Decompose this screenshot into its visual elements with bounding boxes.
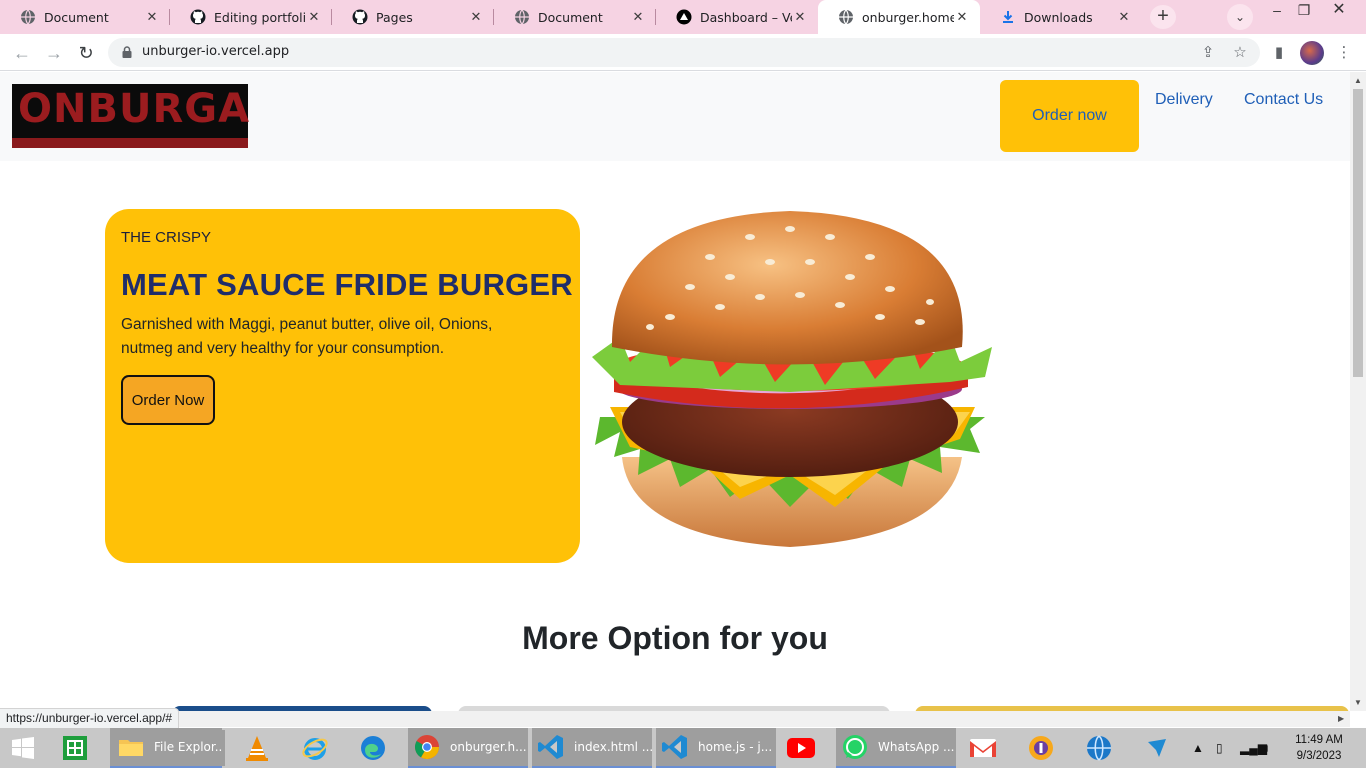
whatsapp-icon	[840, 732, 870, 762]
browser-menu-icon[interactable]: ⋮	[1334, 43, 1354, 63]
nav-delivery-link[interactable]: Delivery	[1155, 91, 1213, 109]
globe-icon	[20, 9, 36, 25]
taskbar-youtube[interactable]	[786, 728, 826, 768]
gmail-icon	[968, 733, 998, 763]
arrow-app-icon	[1142, 733, 1172, 763]
github-icon	[352, 9, 368, 25]
close-window-button[interactable]: ✕	[1322, 0, 1356, 22]
horizontal-scrollbar[interactable]: ▶	[0, 711, 1350, 727]
taskbar-whatsapp[interactable]: WhatsApp ...	[836, 728, 956, 768]
nav-contact-link[interactable]: Contact Us	[1244, 91, 1323, 109]
browser-tab[interactable]: Document ✕	[0, 0, 170, 34]
taskbar-clock[interactable]: 11:49 AM 9/3/2023	[1292, 732, 1346, 764]
browser-tab[interactable]: Document ✕	[494, 0, 656, 34]
clock-time: 11:49 AM	[1295, 734, 1343, 746]
excel-icon	[60, 733, 90, 763]
taskbar-vpn[interactable]	[1026, 728, 1066, 768]
taskbar-excel[interactable]	[60, 728, 100, 768]
network-icon[interactable]: ▂▄▆	[1240, 728, 1267, 768]
youtube-icon	[786, 733, 816, 763]
vertical-scrollbar-thumb[interactable]	[1353, 89, 1363, 377]
vercel-icon	[676, 9, 692, 25]
battery-icon[interactable]: ▯	[1216, 728, 1223, 768]
windows-start-button[interactable]	[8, 728, 44, 768]
hero-order-now-button[interactable]: Order Now	[121, 375, 215, 425]
site-logo[interactable]: ONBURGA	[12, 84, 251, 148]
taskbar-globe-app[interactable]	[1084, 728, 1124, 768]
globe-icon	[838, 9, 854, 25]
internet-explorer-icon	[300, 733, 330, 763]
file-explorer-icon	[116, 732, 146, 762]
close-tab-icon[interactable]: ✕	[792, 9, 808, 25]
lock-icon	[120, 45, 134, 59]
taskbar-vscode-index[interactable]: index.html ...	[532, 728, 653, 768]
taskbar-file-explorer[interactable]: File Explor...	[110, 728, 226, 768]
edge-icon	[358, 733, 388, 763]
link-status-bar: https://unburger-io.vercel.app/#	[0, 708, 180, 728]
tab-search-button[interactable]: ⌄	[1227, 4, 1253, 30]
browser-tab[interactable]: Downloads ✕	[980, 0, 1142, 34]
github-icon	[190, 9, 206, 25]
scroll-down-arrow-icon[interactable]: ▼	[1354, 698, 1362, 707]
browser-toolbar: ← → ↻ unburger-io.vercel.app ⇪ ☆ ▮ ⋮	[0, 34, 1366, 71]
close-tab-icon[interactable]: ✕	[1116, 9, 1132, 25]
hero-card: THE CRISPY MEAT SAUCE FRIDE BURGER Garni…	[105, 209, 580, 563]
page-viewport: ONBURGA Order now Delivery Contact Us TH…	[0, 72, 1350, 711]
taskbar-vlc[interactable]	[242, 728, 282, 768]
burger-image	[592, 211, 992, 547]
profile-avatar[interactable]	[1300, 41, 1324, 65]
close-tab-icon[interactable]: ✕	[630, 9, 646, 25]
vscode-icon	[660, 732, 690, 762]
close-tab-icon[interactable]: ✕	[144, 9, 160, 25]
globe-app-icon	[1084, 733, 1114, 763]
close-tab-icon[interactable]: ✕	[954, 9, 970, 25]
hero-title: MEAT SAUCE FRIDE BURGER	[121, 267, 573, 302]
scroll-right-arrow-icon[interactable]: ▶	[1338, 714, 1344, 723]
taskbar-edge[interactable]	[358, 728, 398, 768]
taskbar-gmail[interactable]	[968, 728, 1008, 768]
browser-tab-active[interactable]: onburger.home ✕	[818, 0, 980, 34]
restore-window-button[interactable]: ❐	[1287, 0, 1321, 22]
back-button[interactable]: ←	[8, 39, 36, 67]
vpn-icon	[1026, 733, 1056, 763]
taskbar-internet-explorer[interactable]	[300, 728, 340, 768]
globe-icon	[514, 9, 530, 25]
windows-taskbar: File Explor... onburger.h... index.html …	[0, 728, 1366, 768]
browser-tab[interactable]: Editing portfolio.g ✕	[170, 0, 332, 34]
browser-tab[interactable]: Pages ✕	[332, 0, 494, 34]
chrome-icon	[412, 732, 442, 762]
volume-icon[interactable]: 🔈︎	[1264, 728, 1271, 768]
bookmark-star-icon[interactable]: ☆	[1230, 43, 1250, 63]
scroll-up-arrow-icon[interactable]: ▲	[1354, 76, 1362, 85]
side-panel-icon[interactable]: ▮	[1269, 43, 1289, 63]
section-title: More Option for you	[522, 620, 828, 656]
new-tab-button[interactable]: +	[1150, 5, 1176, 29]
vlc-icon	[242, 733, 272, 763]
logo-text: ONBURGA	[18, 86, 251, 132]
hero-description: Garnished with Maggi, peanut butter, oli…	[121, 316, 493, 357]
address-bar[interactable]: unburger-io.vercel.app	[108, 38, 1260, 67]
download-icon	[1000, 9, 1016, 25]
share-icon[interactable]: ⇪	[1198, 43, 1218, 63]
hero-eyebrow: THE CRISPY	[121, 229, 212, 246]
url-text: unburger-io.vercel.app	[142, 44, 290, 59]
close-tab-icon[interactable]: ✕	[468, 9, 484, 25]
site-navbar: ONBURGA Order now Delivery Contact Us	[0, 72, 1350, 161]
clock-date: 9/3/2023	[1296, 750, 1342, 762]
nav-order-now-button[interactable]: Order now	[1000, 80, 1139, 152]
vertical-scrollbar[interactable]: ▲ ▼	[1350, 72, 1366, 711]
show-hidden-icons-chevron[interactable]: ▲	[1192, 728, 1204, 768]
taskbar-arrow-app[interactable]	[1142, 728, 1176, 768]
windows-start-icon	[8, 733, 38, 763]
vscode-icon	[536, 732, 566, 762]
taskbar-chrome[interactable]: onburger.h...	[408, 728, 528, 768]
forward-button[interactable]: →	[40, 39, 68, 67]
browser-tab-strip: Document ✕ Editing portfolio.g ✕ Pages ✕…	[0, 0, 1366, 34]
close-tab-icon[interactable]: ✕	[306, 9, 322, 25]
reload-button[interactable]: ↻	[72, 39, 100, 67]
browser-tab[interactable]: Dashboard – Verce ✕	[656, 0, 818, 34]
taskbar-vscode-home[interactable]: home.js - j...	[656, 728, 776, 768]
